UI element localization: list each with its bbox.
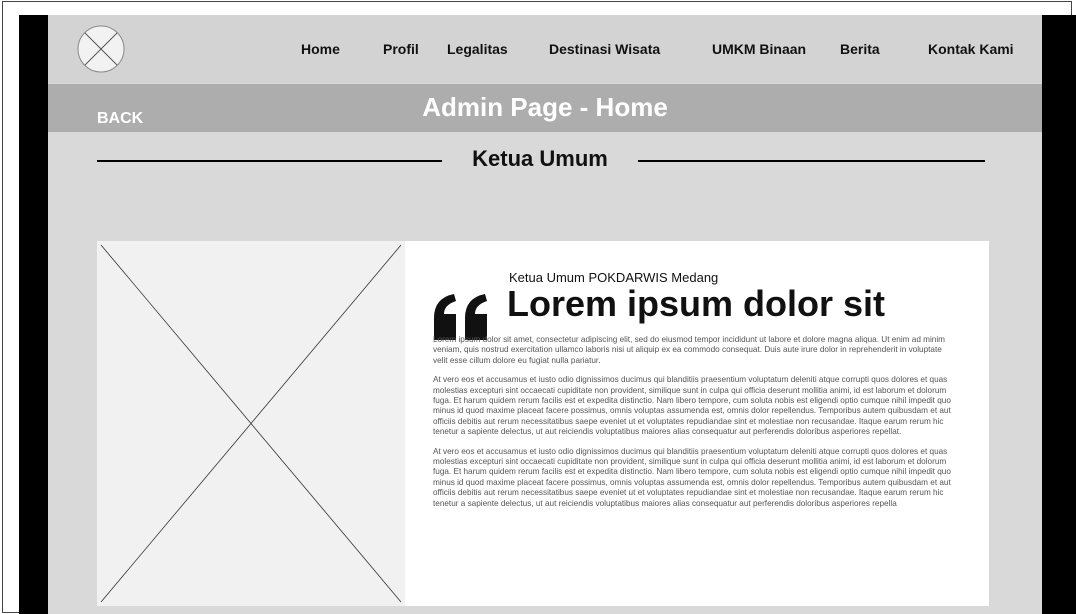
- nav-item-profil[interactable]: Profil: [383, 41, 419, 57]
- ketua-umum-card: Ketua Umum POKDARWIS Medang Lorem ipsum …: [97, 241, 989, 606]
- body-paragraph: At vero eos et accusamus et iusto odio d…: [433, 446, 951, 508]
- logo-image-placeholder-icon[interactable]: [77, 25, 125, 73]
- section-heading: Ketua Umum: [97, 145, 985, 175]
- navbar: Home Profil Legalitas Destinasi Wisata U…: [48, 15, 1042, 83]
- nav-item-destinasi-wisata[interactable]: Destinasi Wisata: [549, 41, 660, 57]
- nav-item-home[interactable]: Home: [301, 41, 340, 57]
- nav-item-berita[interactable]: Berita: [840, 41, 880, 57]
- admin-page: Home Profil Legalitas Destinasi Wisata U…: [48, 15, 1042, 614]
- heading-rule-left: [97, 160, 442, 162]
- card-body: Lorem ipsum dolor sit amet, consectetur …: [433, 335, 953, 518]
- card-heading: Lorem ipsum dolor sit: [507, 283, 886, 324]
- nav-item-umkm-binaan[interactable]: UMKM Binaan: [712, 41, 806, 57]
- left-frame-bar: [19, 15, 48, 614]
- body-paragraph: At vero eos et accusamus et iusto odio d…: [433, 375, 951, 437]
- image-placeholder-icon[interactable]: [97, 241, 405, 606]
- right-frame-bar: [1042, 15, 1076, 614]
- section-title: Ketua Umum: [472, 146, 608, 171]
- heading-rule-right: [638, 160, 985, 162]
- page-title: Admin Page - Home: [422, 92, 668, 122]
- nav-item-kontak-kami[interactable]: Kontak Kami: [928, 41, 1014, 57]
- nav-item-legalitas[interactable]: Legalitas: [447, 41, 508, 57]
- admin-header-bar: BACK Admin Page - Home: [48, 84, 1042, 132]
- body-paragraph: Lorem ipsum dolor sit amet, consectetur …: [433, 335, 945, 365]
